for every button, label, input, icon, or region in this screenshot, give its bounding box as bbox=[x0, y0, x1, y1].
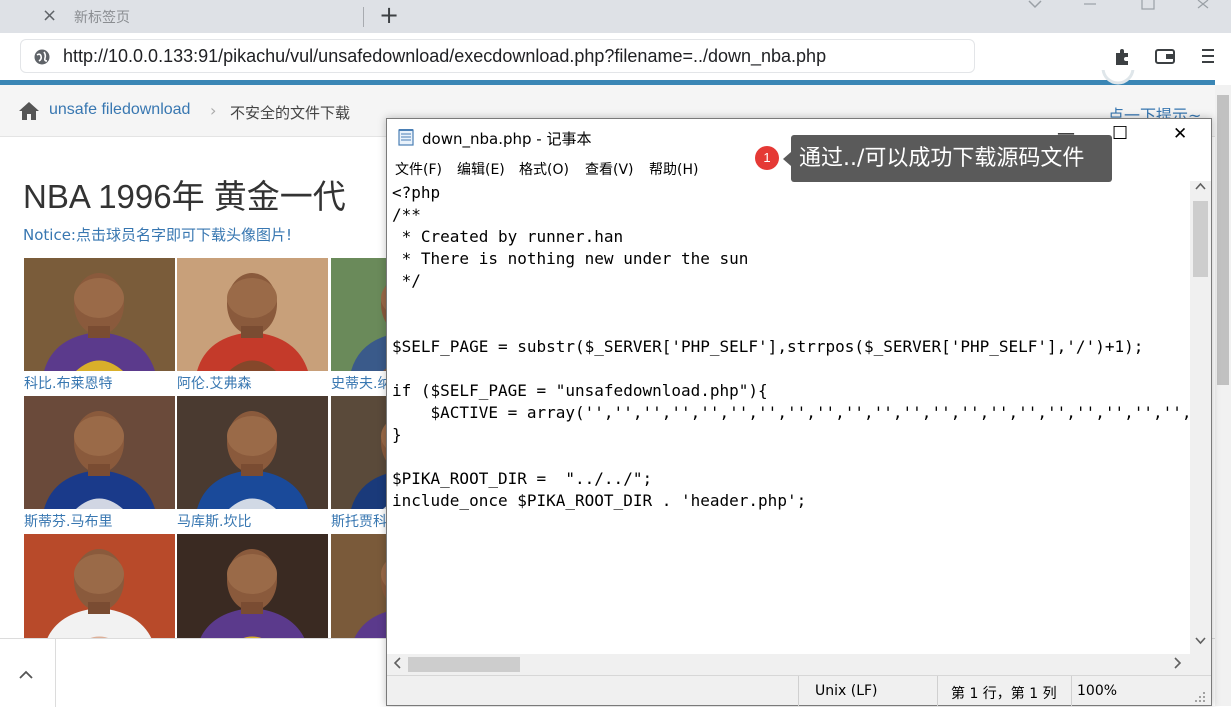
player-photo bbox=[24, 534, 175, 647]
player-card: 马库斯.坎比 bbox=[177, 396, 329, 531]
new-tab-button[interactable]: + bbox=[379, 2, 399, 28]
notepad-icon bbox=[398, 129, 414, 146]
page-title: NBA 1996年 黄金一代 bbox=[23, 178, 346, 215]
scrollbar-corner bbox=[1190, 654, 1211, 675]
menu-help[interactable]: 帮助(H) bbox=[649, 159, 698, 179]
player-card: 斯蒂芬.马布里 bbox=[24, 396, 176, 531]
player-name-link[interactable]: 阿伦.艾弗森 bbox=[177, 373, 329, 393]
scroll-right-arrow-icon[interactable] bbox=[1172, 656, 1182, 670]
menu-edit[interactable]: 编辑(E) bbox=[457, 159, 505, 179]
text-editor[interactable]: <?php /** * Created by runner.han * Ther… bbox=[387, 181, 1201, 686]
chevron-up-icon[interactable] bbox=[18, 669, 34, 679]
status-bar: Unix (LF) 第 1 行，第 1 列 100% bbox=[387, 675, 1211, 706]
menu-view[interactable]: 查看(V) bbox=[585, 159, 634, 179]
breadcrumb-current: 不安全的文件下载 bbox=[230, 104, 351, 122]
menu-format[interactable]: 格式(O) bbox=[519, 159, 569, 179]
status-cursor-position: 第 1 行，第 1 列 bbox=[951, 686, 1057, 702]
status-line-ending: Unix (LF) bbox=[815, 683, 878, 699]
close-window-icon[interactable] bbox=[1196, 0, 1210, 10]
close-icon[interactable]: ✕ bbox=[1173, 124, 1187, 144]
notepad-window: down_nba.php - 记事本 — ☐ ✕ 文件(F) 编辑(E) 格式(… bbox=[386, 118, 1212, 706]
notice-text: Notice:点击球员名字即可下载头像图片! bbox=[23, 226, 292, 244]
player-photo bbox=[177, 258, 328, 371]
scroll-up-arrow-icon[interactable] bbox=[1195, 182, 1206, 192]
file-content[interactable]: <?php /** * Created by runner.han * Ther… bbox=[392, 182, 1201, 688]
page-scrollbar[interactable] bbox=[1215, 85, 1231, 706]
url-text[interactable]: http://10.0.0.133:91/pikachu/vul/unsafed… bbox=[63, 46, 826, 67]
maximize-icon[interactable]: ☐ bbox=[1112, 123, 1128, 144]
home-icon[interactable] bbox=[18, 101, 40, 121]
status-divider bbox=[798, 676, 799, 706]
status-divider bbox=[937, 676, 938, 706]
status-divider bbox=[1071, 676, 1072, 706]
tab-close-icon[interactable]: × bbox=[42, 6, 57, 26]
player-card: 科比.布莱恩特 bbox=[24, 258, 176, 393]
divider bbox=[55, 639, 56, 707]
step-badge: 1 bbox=[755, 146, 779, 170]
address-bar[interactable]: http://10.0.0.133:91/pikachu/vul/unsafed… bbox=[20, 39, 975, 73]
page-scrollbar-thumb[interactable] bbox=[1217, 95, 1229, 385]
breadcrumb-separator: › bbox=[210, 101, 217, 120]
player-photo bbox=[24, 396, 175, 509]
maximize-window-icon[interactable] bbox=[1141, 0, 1155, 12]
scroll-down-arrow-icon[interactable] bbox=[1195, 635, 1206, 645]
breadcrumb-link[interactable]: unsafe filedownload bbox=[49, 101, 190, 119]
tab-strip: × 新标签页 + bbox=[0, 0, 1231, 33]
minimize-window-icon[interactable] bbox=[1083, 0, 1097, 10]
status-zoom: 100% bbox=[1077, 683, 1118, 699]
menu-file[interactable]: 文件(F) bbox=[395, 159, 442, 179]
vertical-scrollbar-thumb[interactable] bbox=[1193, 201, 1208, 277]
notepad-title: down_nba.php - 记事本 bbox=[422, 130, 592, 148]
wallet-icon[interactable] bbox=[1154, 45, 1176, 67]
tab-title: 新标签页 bbox=[74, 10, 130, 26]
player-name-link[interactable]: 斯蒂芬.马布里 bbox=[24, 511, 176, 531]
tab-search-icon[interactable] bbox=[1027, 0, 1043, 10]
player-card: 阿伦.艾弗森 bbox=[177, 258, 329, 393]
browser-tab[interactable]: × 新标签页 bbox=[20, 0, 360, 33]
player-photo bbox=[177, 396, 328, 509]
player-name-link[interactable]: 马库斯.坎比 bbox=[177, 511, 329, 531]
avatar[interactable] bbox=[1100, 70, 1136, 86]
annotation-callout: 通过../可以成功下载源码文件 bbox=[783, 135, 1112, 182]
horizontal-scrollbar[interactable] bbox=[387, 654, 1190, 675]
tab-separator bbox=[363, 7, 364, 27]
globe-icon[interactable] bbox=[33, 48, 51, 66]
horizontal-scrollbar-thumb[interactable] bbox=[408, 657, 520, 672]
menu-icon[interactable] bbox=[1197, 45, 1219, 67]
player-name-link[interactable]: 科比.布莱恩特 bbox=[24, 373, 176, 393]
extensions-icon[interactable] bbox=[1112, 45, 1134, 67]
resize-grip-icon[interactable] bbox=[1193, 690, 1207, 704]
browser-toolbar: http://10.0.0.133:91/pikachu/vul/unsafed… bbox=[0, 33, 1231, 80]
player-photo bbox=[177, 534, 328, 647]
player-photo bbox=[24, 258, 175, 371]
vertical-scrollbar[interactable] bbox=[1190, 181, 1211, 654]
scroll-left-arrow-icon[interactable] bbox=[393, 656, 403, 670]
